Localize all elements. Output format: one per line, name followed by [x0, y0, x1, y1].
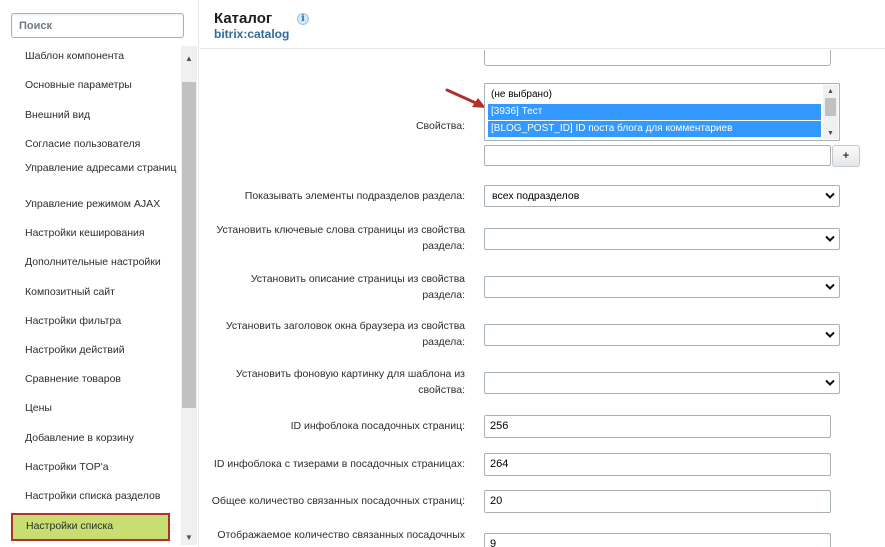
properties-option[interactable]: (не выбрано) — [488, 87, 821, 103]
browser-title-label: Установить заголовок окна браузера из св… — [226, 318, 465, 350]
sidebar-item-actions[interactable]: Настройки действий — [25, 345, 180, 356]
shown-linked-label: Отображаемое количество связанных посадо… — [217, 529, 465, 541]
keywords-select[interactable] — [484, 228, 840, 250]
sidebar-item-top[interactable]: Настройки TOP'а — [25, 462, 180, 473]
page-title: Каталог — [214, 10, 273, 27]
description-select[interactable] — [484, 276, 840, 298]
background-label-line1: Установить фоновую картинку для шаблона … — [235, 368, 465, 380]
description-label: Установить описание страницы из свойства… — [251, 271, 465, 303]
landing-iblock-input[interactable]: 256 — [484, 415, 831, 438]
shown-linked-input[interactable]: 9 — [484, 533, 831, 547]
scroll-down-arrow-icon[interactable]: ▼ — [181, 529, 197, 545]
show-subsections-value: всех подразделов — [492, 190, 580, 202]
properties-option[interactable]: [3936] Тест — [488, 104, 821, 120]
chevron-down-icon — [825, 331, 835, 338]
show-subsections-select[interactable]: всех подразделов — [484, 185, 840, 207]
section-list: Шаблон компонента Основные параметры Вне… — [9, 46, 197, 545]
search-box — [11, 13, 184, 38]
properties-label: Свойства: — [415, 120, 465, 132]
keywords-label: Установить ключевые слова страницы из св… — [216, 222, 465, 254]
teaser-iblock-label: ID инфоблока с тизерами в посадочных стр… — [213, 458, 465, 470]
properties-extra-input[interactable] — [484, 145, 831, 166]
sidebar-scroll-thumb[interactable] — [182, 82, 196, 408]
sidebar-item-ajax-mode[interactable]: Управление режимом AJAX — [25, 199, 180, 210]
sidebar-item-additional[interactable]: Дополнительные настройки — [25, 257, 180, 268]
browser-title-select[interactable] — [484, 324, 840, 346]
sidebar-item-section-list[interactable]: Настройки списка разделов — [25, 491, 180, 502]
description-label-line1: Установить описание страницы из свойства — [250, 273, 465, 285]
landing-iblock-label: ID инфоблока посадочных страниц: — [290, 420, 465, 432]
sidebar: Шаблон компонента Основные параметры Вне… — [0, 0, 199, 547]
sidebar-item-list-settings[interactable]: Настройки списка — [11, 513, 170, 541]
teaser-iblock-input[interactable]: 264 — [484, 453, 831, 476]
chevron-down-icon — [825, 283, 835, 290]
previous-field-input[interactable] — [484, 50, 831, 66]
sidebar-item-caching[interactable]: Настройки кеширования — [25, 228, 180, 239]
keywords-label-line1: Установить ключевые слова страницы из св… — [216, 224, 465, 236]
browser-title-label-line1: Установить заголовок окна браузера из св… — [225, 320, 465, 332]
header: Каталог i bitrix:catalog — [200, 0, 885, 49]
scroll-up-arrow-icon[interactable]: ▲ — [823, 85, 838, 97]
sidebar-item-url-management[interactable]: Управление адресами страниц — [25, 163, 180, 174]
background-label-line2: свойства: — [418, 384, 465, 396]
sidebar-item-component-template[interactable]: Шаблон компонента — [25, 51, 180, 62]
sidebar-item-prices[interactable]: Цены — [25, 403, 180, 414]
properties-scrollbar[interactable]: ▲ ▼ — [823, 85, 838, 139]
show-subsections-label: Показывать элементы подразделов раздела: — [244, 190, 465, 202]
chevron-down-icon — [825, 192, 835, 199]
sidebar-scrollbar[interactable]: ▲ ▼ — [181, 46, 197, 545]
scroll-down-arrow-icon[interactable]: ▼ — [823, 127, 838, 139]
background-select[interactable] — [484, 372, 840, 394]
scroll-up-arrow-icon[interactable]: ▲ — [181, 50, 197, 66]
sidebar-item-filter[interactable]: Настройки фильтра — [25, 316, 180, 327]
chevron-down-icon — [825, 235, 835, 242]
add-property-button[interactable]: + — [832, 145, 860, 167]
background-label: Установить фоновую картинку для шаблона … — [236, 366, 465, 398]
sidebar-item-compare[interactable]: Сравнение товаров — [25, 374, 180, 385]
sidebar-item-appearance[interactable]: Внешний вид — [25, 110, 180, 121]
settings-form: Свойства: (не выбрано) [3936] Тест [BLOG… — [200, 50, 885, 547]
sidebar-item-main-params[interactable]: Основные параметры — [25, 80, 180, 91]
properties-option[interactable]: [BLOG_POST_ID] ID поста блога для коммен… — [488, 121, 821, 137]
total-linked-label: Общее количество связанных посадочных ст… — [211, 495, 465, 507]
sidebar-item-user-consent[interactable]: Согласие пользователя — [25, 139, 180, 150]
keywords-label-line2: раздела: — [422, 240, 465, 252]
sidebar-item-composite[interactable]: Композитный сайт — [25, 287, 180, 298]
chevron-down-icon — [825, 379, 835, 386]
browser-title-label-line2: раздела: — [422, 336, 465, 348]
properties-scroll-thumb[interactable] — [825, 98, 836, 116]
sidebar-item-add-to-cart[interactable]: Добавление в корзину — [25, 433, 180, 444]
info-icon[interactable]: i — [297, 13, 309, 25]
search-input[interactable] — [11, 13, 184, 38]
description-label-line2: раздела: — [422, 289, 465, 301]
total-linked-input[interactable]: 20 — [484, 490, 831, 513]
properties-multiselect[interactable]: (не выбрано) [3936] Тест [BLOG_POST_ID] … — [484, 83, 840, 141]
component-code: bitrix:catalog — [214, 27, 290, 41]
